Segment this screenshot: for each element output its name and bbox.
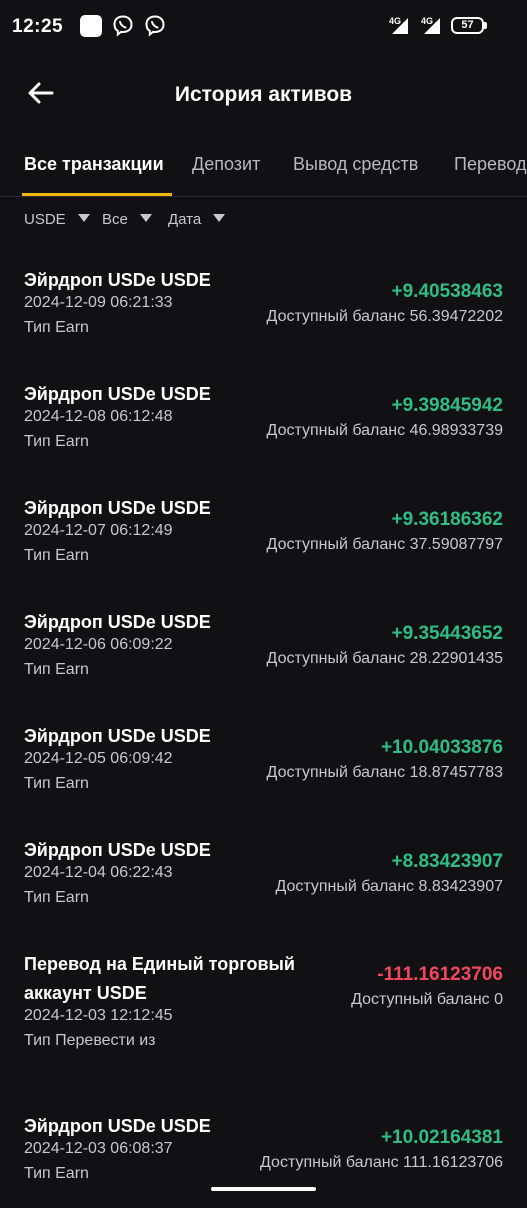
battery-tip [484, 22, 487, 29]
date-filter-dropdown[interactable]: Дата [168, 211, 226, 228]
transaction-title: Эйрдроп USDe USDE [24, 384, 211, 404]
battery-icon: 57 [451, 17, 484, 34]
transaction-amount: +9.35443652 [391, 623, 503, 644]
transaction-type: Тип Earn [24, 1165, 89, 1182]
tab-all-transactions[interactable]: Все транзакции [24, 154, 164, 175]
home-indicator[interactable] [211, 1187, 316, 1191]
transaction-amount: +8.83423907 [391, 851, 503, 872]
transaction-row[interactable]: Эйрдроп USDe USDE 2024-12-08 06:12:48 Тип … [0, 362, 527, 476]
available-balance: Доступный баланс 37.59087797 [266, 536, 503, 553]
transaction-date: 2024-12-08 06:12:48 [24, 408, 173, 425]
transaction-date: 2024-12-03 12:12:45 [24, 1007, 173, 1024]
transaction-title: Эйрдроп USDe USDE [24, 1116, 211, 1136]
viber-icon [145, 15, 165, 37]
available-balance: Доступный баланс 18.87457783 [266, 764, 503, 781]
transaction-type: Тип Перевести из [24, 1032, 156, 1049]
caret-down-icon [213, 214, 226, 222]
notification-icon [80, 15, 102, 37]
coin-filter-label: USDE [24, 211, 66, 228]
app-header: История активов [0, 62, 527, 126]
transaction-row[interactable]: Эйрдроп USDe USDE 2024-12-04 06:22:43 Тип … [0, 818, 527, 932]
type-filter-dropdown[interactable]: Все [102, 211, 152, 228]
transaction-date: 2024-12-04 06:22:43 [24, 864, 173, 881]
transaction-row[interactable]: Эйрдроп USDe USDE 2024-12-06 06:09:22 Тип … [0, 590, 527, 704]
tab-bar: Все транзакции Депозит Вывод средств Пер… [0, 140, 527, 197]
viber-icon [113, 15, 133, 37]
transaction-row[interactable]: Эйрдроп USDe USDE 2024-12-09 06:21:33 Тип … [0, 248, 527, 362]
transaction-row[interactable]: Эйрдроп USDe USDE 2024-12-05 06:09:42 Тип … [0, 704, 527, 818]
transaction-amount: +9.36186362 [391, 509, 503, 530]
transaction-amount: +9.39845942 [391, 395, 503, 416]
date-filter-label: Дата [168, 211, 202, 228]
available-balance: Доступный баланс 0 [351, 991, 503, 1008]
transaction-row[interactable]: Эйрдроп USDe USDE 2024-12-07 06:12:49 Тип … [0, 476, 527, 590]
transaction-type: Тип Earn [24, 775, 89, 792]
available-balance: Доступный баланс 56.39472202 [266, 308, 503, 325]
caret-down-icon [139, 214, 152, 222]
transaction-row[interactable]: Перевод на Единый торговый аккаунт USDE 2… [0, 932, 527, 1082]
active-tab-indicator [22, 193, 172, 196]
status-time: 12:25 [12, 16, 64, 37]
transaction-date: 2024-12-07 06:12:49 [24, 522, 173, 539]
type-filter-label: Все [102, 211, 128, 228]
tab-deposit[interactable]: Депозит [192, 154, 260, 175]
transaction-type: Тип Earn [24, 433, 89, 450]
signal-icon [392, 18, 408, 34]
transaction-date: 2024-12-06 06:09:22 [24, 636, 173, 653]
tab-transfer[interactable]: Перевод [454, 154, 526, 175]
signal-icon [424, 18, 440, 34]
available-balance: Доступный баланс 46.98933739 [266, 422, 503, 439]
transaction-date: 2024-12-09 06:21:33 [24, 294, 173, 311]
transaction-amount: -111.16123706 [377, 964, 503, 985]
transaction-type: Тип Earn [24, 547, 89, 564]
available-balance: Доступный баланс 28.22901435 [266, 650, 503, 667]
transaction-date: 2024-12-03 06:08:37 [24, 1140, 173, 1157]
coin-filter-dropdown[interactable]: USDE [24, 211, 90, 228]
transaction-title: Перевод на Единый торговый аккаунт USDE [24, 954, 295, 1003]
transaction-title: Эйрдроп USDe USDE [24, 840, 211, 860]
status-bar: 12:25 4G 4G 57 [0, 0, 527, 54]
transaction-type: Тип Earn [24, 319, 89, 336]
transaction-type: Тип Earn [24, 889, 89, 906]
transaction-amount: +10.04033876 [380, 737, 503, 758]
transaction-title: Эйрдроп USDe USDE [24, 270, 211, 290]
transaction-amount: +10.02164381 [380, 1127, 503, 1148]
transaction-date: 2024-12-05 06:09:42 [24, 750, 173, 767]
transaction-title: Эйрдроп USDe USDE [24, 612, 211, 632]
transaction-title: Эйрдроп USDe USDE [24, 726, 211, 746]
transaction-title: Эйрдроп USDe USDE [24, 498, 211, 518]
page-title: История активов [174, 83, 353, 106]
available-balance: Доступный баланс 111.16123706 [260, 1154, 503, 1171]
tab-withdrawal[interactable]: Вывод средств [293, 154, 418, 175]
transaction-amount: +9.40538463 [391, 281, 503, 302]
transaction-type: Тип Earn [24, 661, 89, 678]
available-balance: Доступный баланс 8.83423907 [275, 878, 503, 895]
caret-down-icon [77, 214, 90, 222]
